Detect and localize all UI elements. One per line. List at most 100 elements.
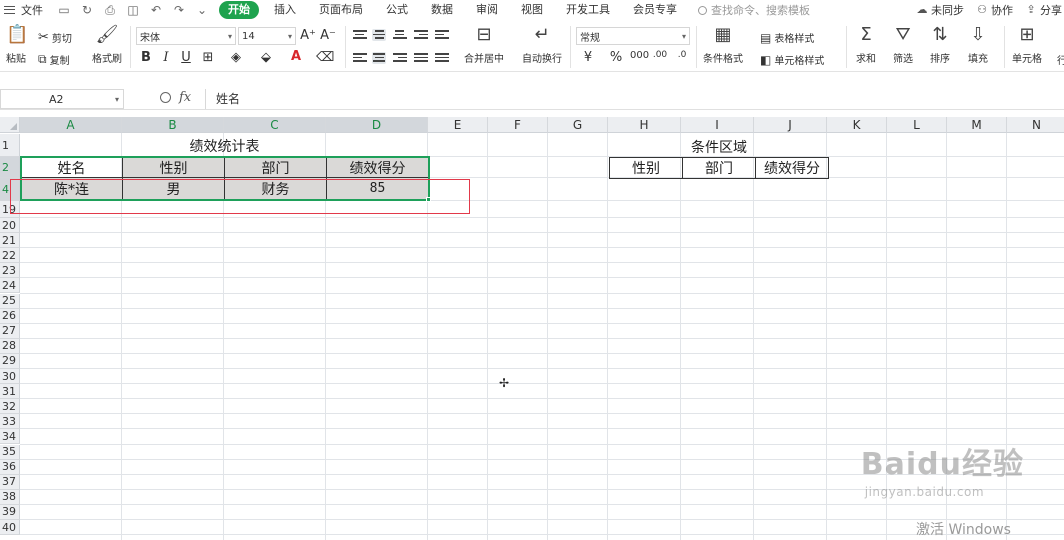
decrease-font-icon[interactable]: A⁻: [320, 28, 336, 43]
tab-developer[interactable]: 开发工具: [558, 1, 618, 19]
tab-view[interactable]: 视图: [513, 1, 551, 19]
column-header[interactable]: J: [754, 117, 827, 133]
tab-insert[interactable]: 插入: [266, 1, 304, 19]
collaborate-button[interactable]: ⚇ 协作: [976, 2, 1013, 18]
highlight-icon[interactable]: ⬙: [258, 50, 274, 65]
align-bottom-icon[interactable]: [393, 30, 407, 42]
cell-button[interactable]: ⊞ 单元格: [1012, 26, 1042, 66]
sheet-grid[interactable]: A B C D E F G H I J K L M N 1 2 4 19 20 21 22 23 24 25 26 27 28 29 3…: [0, 117, 1064, 540]
formula-input[interactable]: 姓名: [205, 89, 1064, 109]
bold-icon[interactable]: B: [138, 50, 154, 65]
row-header[interactable]: 1: [0, 134, 20, 157]
row-header[interactable]: 31: [0, 384, 20, 400]
row-header[interactable]: 34: [0, 429, 20, 445]
row-header[interactable]: 32: [0, 399, 20, 415]
header-gender-cell[interactable]: 性别: [122, 157, 225, 178]
align-left-icon[interactable]: [353, 53, 367, 65]
tab-data[interactable]: 数据: [423, 1, 461, 19]
print-preview-icon[interactable]: ◫: [126, 3, 140, 17]
header-name-cell[interactable]: 姓名: [20, 157, 123, 178]
sync-status[interactable]: ☁ 未同步: [916, 2, 965, 18]
record-name-cell[interactable]: 陈*连: [20, 177, 123, 200]
row-header[interactable]: 26: [0, 308, 20, 324]
tab-review[interactable]: 审阅: [468, 1, 506, 19]
column-header[interactable]: L: [887, 117, 947, 133]
row-header[interactable]: 40: [0, 520, 20, 536]
row-header[interactable]: 21: [0, 233, 20, 249]
border-icon[interactable]: ⊞: [200, 50, 216, 65]
align-right-icon[interactable]: [393, 53, 407, 65]
increase-decimal-icon[interactable]: .00: [652, 50, 668, 60]
thousands-icon[interactable]: 000: [630, 50, 649, 61]
print-icon[interactable]: ⎙: [103, 3, 117, 18]
row-header[interactable]: 20: [0, 218, 20, 234]
table-style-button[interactable]: ▤ 表格样式: [760, 30, 814, 46]
justify-icon[interactable]: [414, 53, 428, 65]
decrease-decimal-icon[interactable]: .0: [674, 50, 690, 60]
row-header[interactable]: 2: [0, 157, 20, 178]
font-color-icon[interactable]: A: [288, 49, 304, 64]
command-search-input[interactable]: 查找命令、搜索模板: [711, 2, 810, 18]
indent-decrease-icon[interactable]: [414, 30, 428, 42]
row-col-button[interactable]: 行: [1057, 52, 1064, 67]
redo-icon[interactable]: ↷: [172, 3, 186, 17]
row-header[interactable]: 30: [0, 369, 20, 385]
italic-icon[interactable]: I: [158, 50, 174, 65]
underline-icon[interactable]: U: [178, 50, 194, 65]
copy-button[interactable]: ⧉ 复制: [38, 52, 70, 67]
sort-button[interactable]: ⇅ 排序: [930, 26, 950, 66]
currency-icon[interactable]: ¥: [580, 50, 596, 65]
save-icon[interactable]: ▭: [57, 3, 71, 17]
row-header[interactable]: 22: [0, 248, 20, 264]
column-header[interactable]: K: [827, 117, 887, 133]
column-header[interactable]: N: [1007, 117, 1064, 133]
tab-home[interactable]: 开始: [219, 1, 259, 19]
row-header[interactable]: 35: [0, 444, 20, 460]
align-middle-icon[interactable]: [372, 29, 386, 41]
number-format-select[interactable]: 常规 ▾: [576, 27, 690, 45]
indent-increase-icon[interactable]: [435, 30, 449, 42]
header-dept-cell[interactable]: 部门: [224, 157, 327, 178]
column-header[interactable]: F: [488, 117, 548, 133]
row-header[interactable]: 39: [0, 504, 20, 520]
align-top-icon[interactable]: [353, 30, 367, 42]
column-header[interactable]: E: [428, 117, 488, 133]
column-header[interactable]: C: [224, 117, 326, 133]
font-name-select[interactable]: 宋体 ▾: [136, 27, 236, 45]
column-header[interactable]: B: [122, 117, 224, 133]
increase-font-icon[interactable]: A⁺: [300, 28, 316, 43]
fx-icon[interactable]: fx: [179, 90, 191, 105]
row-header[interactable]: 24: [0, 278, 20, 294]
column-header[interactable]: H: [608, 117, 681, 133]
row-header[interactable]: 36: [0, 459, 20, 475]
align-center-icon[interactable]: [372, 52, 386, 64]
tab-member[interactable]: 会员专享: [625, 1, 685, 19]
sum-button[interactable]: Σ 求和: [856, 26, 876, 66]
record-gender-cell[interactable]: 男: [122, 177, 225, 200]
fill-color-icon[interactable]: ◈: [228, 50, 244, 65]
fill-button[interactable]: ⇩ 填充: [968, 26, 988, 66]
cell-style-button[interactable]: ◧ 单元格样式: [760, 52, 824, 68]
fill-handle[interactable]: [426, 197, 431, 202]
command-search[interactable]: 查找命令、搜索模板: [698, 2, 810, 18]
column-header[interactable]: M: [947, 117, 1007, 133]
zoom-icon[interactable]: [160, 92, 171, 103]
condition-gender-cell[interactable]: 性别: [609, 157, 683, 179]
condition-score-cell[interactable]: 绩效得分: [755, 157, 829, 179]
row-header[interactable]: 29: [0, 353, 20, 369]
file-menu[interactable]: 文件: [4, 2, 43, 18]
format-painter-button[interactable]: 🖌 格式刷: [92, 26, 122, 66]
paste-button[interactable]: 📋 粘贴: [6, 26, 28, 66]
select-all-corner[interactable]: [0, 117, 20, 133]
name-box[interactable]: A2 ▾: [0, 89, 124, 109]
condition-title-cell[interactable]: 条件区域: [610, 136, 828, 157]
column-header[interactable]: G: [548, 117, 608, 133]
merge-center-button[interactable]: ⊟ 合并居中: [464, 26, 504, 66]
column-header[interactable]: D: [326, 117, 428, 133]
share-button[interactable]: ⇪ 分享: [1025, 2, 1062, 18]
row-header[interactable]: 38: [0, 489, 20, 505]
row-header[interactable]: 33: [0, 414, 20, 430]
row-header[interactable]: 19: [0, 201, 20, 218]
header-score-cell[interactable]: 绩效得分: [326, 157, 429, 178]
row-header[interactable]: 23: [0, 263, 20, 279]
